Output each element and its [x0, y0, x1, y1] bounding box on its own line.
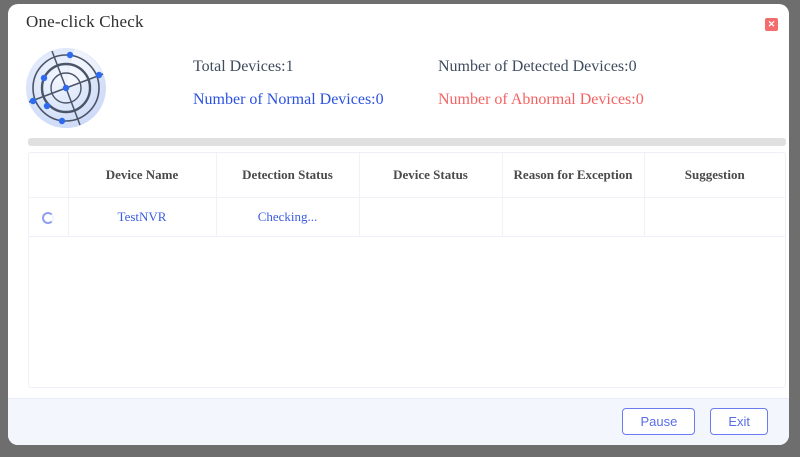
row-device-status — [359, 197, 503, 237]
stat-normal-devices: Number of Normal Devices:0 — [193, 91, 384, 108]
check-progress-bar — [28, 138, 786, 146]
row-detection-status: Checking... — [216, 197, 360, 237]
column-header-select — [29, 153, 69, 198]
dialog-footer: Pause Exit — [8, 398, 789, 445]
one-click-check-dialog: One-click Check ✕ Total Devices:1 Number… — [8, 4, 789, 445]
page-title: One-click Check — [26, 12, 144, 31]
row-suggestion — [644, 197, 785, 237]
column-header-device-status: Device Status — [359, 153, 503, 198]
column-header-suggestion: Suggestion — [644, 153, 785, 198]
table-row[interactable]: TestNVR Checking... — [29, 197, 785, 237]
column-header-detection-status: Detection Status — [216, 153, 360, 198]
device-check-table-container: Device Name Detection Status Device Stat… — [28, 152, 786, 388]
device-check-table: Device Name Detection Status Device Stat… — [29, 153, 785, 237]
radar-icon — [22, 44, 110, 132]
stat-total-devices: Total Devices:1 — [193, 58, 294, 75]
exit-button[interactable]: Exit — [710, 408, 768, 435]
row-status-cell — [29, 197, 69, 237]
stat-detected-devices: Number of Detected Devices:0 — [438, 58, 637, 75]
close-icon[interactable]: ✕ — [765, 18, 778, 31]
row-reason-for-exception — [502, 197, 645, 237]
loading-spinner-icon — [42, 212, 55, 225]
row-device-name: TestNVR — [68, 197, 217, 237]
column-header-reason-for-exception: Reason for Exception — [502, 153, 645, 198]
column-header-device-name: Device Name — [68, 153, 217, 198]
stat-abnormal-devices: Number of Abnormal Devices:0 — [438, 91, 644, 108]
pause-button[interactable]: Pause — [622, 408, 696, 435]
table-header-row: Device Name Detection Status Device Stat… — [29, 153, 785, 198]
